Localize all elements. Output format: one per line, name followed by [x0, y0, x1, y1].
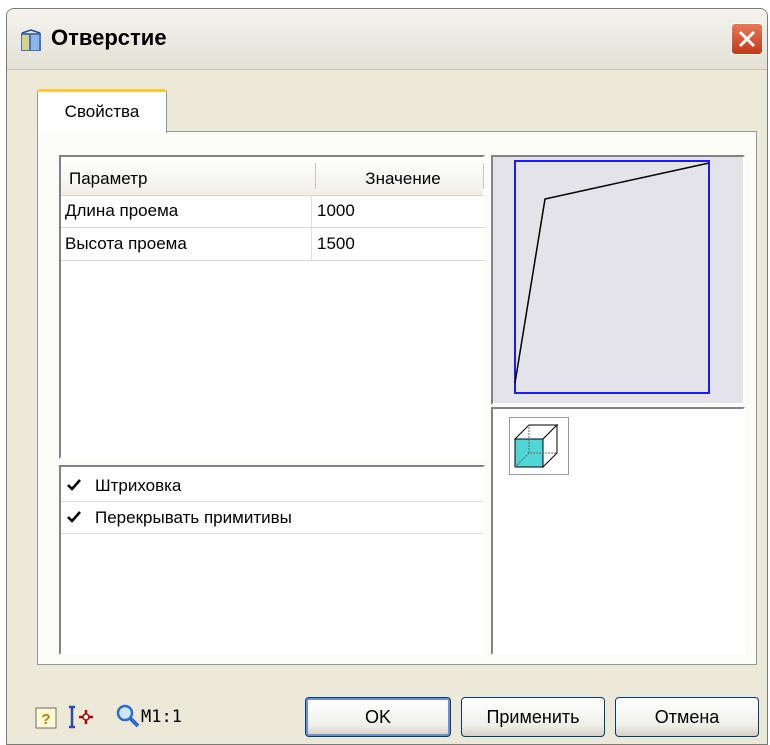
column-header-value[interactable]: Значение: [323, 169, 483, 189]
close-button[interactable]: [731, 23, 763, 55]
checkmark-icon[interactable]: [67, 510, 81, 524]
preview-outline: [514, 162, 710, 384]
window-title: Отверстие: [51, 25, 167, 50]
ok-button[interactable]: OK: [305, 697, 451, 737]
param-value[interactable]: 1000: [317, 201, 355, 221]
cancel-button[interactable]: Отмена: [615, 697, 759, 737]
column-divider[interactable]: [483, 163, 484, 189]
zoom-icon[interactable]: [115, 703, 141, 729]
checkmark-icon[interactable]: [67, 478, 81, 492]
cube-3d-icon[interactable]: [509, 417, 569, 475]
apply-button[interactable]: Применить: [461, 697, 605, 737]
hatch-label: Штриховка: [95, 476, 182, 495]
cell-divider: [311, 195, 312, 227]
help-icon[interactable]: ?: [35, 707, 57, 729]
cell-divider: [311, 228, 312, 260]
table-row[interactable]: Длина проема 1000: [61, 195, 485, 228]
param-value[interactable]: 1500: [317, 234, 355, 254]
shape-preview: [491, 155, 745, 405]
tab-properties[interactable]: Свойства: [37, 89, 167, 133]
dialog-window: Отверстие Свойства Параметр Значение Дли…: [6, 8, 768, 745]
column-header-parameter[interactable]: Параметр: [69, 169, 147, 189]
preview-frame: [514, 160, 710, 394]
button-bar: ? M1:1 OK Применить Отмена: [7, 673, 767, 743]
param-name: Длина проема: [65, 201, 179, 220]
door-app-icon: [21, 29, 41, 51]
scale-label: M1:1: [141, 707, 182, 727]
snap-icon[interactable]: [65, 703, 95, 731]
title-bar[interactable]: Отверстие: [7, 9, 767, 70]
overlap-label: Перекрывать примитивы: [95, 508, 292, 527]
grid-header: Параметр Значение: [61, 157, 484, 196]
close-icon: [738, 30, 756, 48]
preview-drawing: [514, 160, 710, 394]
hatch-option[interactable]: Штриховка: [61, 471, 483, 502]
svg-text:?: ?: [41, 711, 50, 728]
view-preview: [491, 407, 745, 655]
overlap-option[interactable]: Перекрывать примитивы: [61, 503, 483, 534]
parameters-grid[interactable]: Параметр Значение Длина проема 1000 Высо…: [59, 155, 485, 459]
param-name: Высота проема: [65, 234, 187, 253]
column-divider[interactable]: [315, 163, 316, 189]
options-list: Штриховка Перекрывать примитивы: [59, 465, 485, 655]
table-row[interactable]: Высота проема 1500: [61, 228, 485, 261]
